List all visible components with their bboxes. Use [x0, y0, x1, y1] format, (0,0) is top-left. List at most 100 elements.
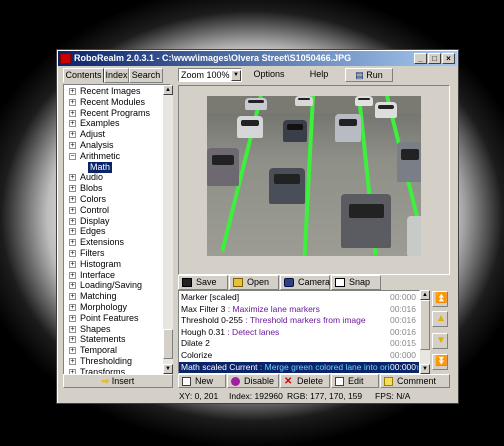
car	[341, 194, 391, 248]
expand-icon[interactable]: +	[69, 98, 76, 106]
expand-icon[interactable]: +	[69, 358, 76, 365]
expand-icon[interactable]: +	[69, 88, 76, 95]
tree-item[interactable]: + Recent Modules	[64, 97, 170, 108]
processed-road-image[interactable]	[207, 96, 421, 256]
chevron-down-icon[interactable]: ▼	[231, 70, 241, 81]
pipeline-row[interactable]: Hough 0.31 : Detect lanes 00:016	[179, 327, 419, 338]
scroll-thumb[interactable]	[163, 329, 173, 359]
tree-item[interactable]: + Blobs	[64, 183, 170, 194]
scroll-thumb[interactable]	[420, 300, 430, 350]
pipeline-row[interactable]: Marker [scaled] 00:000	[179, 292, 419, 303]
tree-item[interactable]: + Statements	[64, 334, 170, 345]
expand-icon[interactable]: +	[69, 282, 76, 290]
tree-scrollbar[interactable]: ▲ ▼	[163, 85, 173, 374]
tree-item[interactable]: + Control	[64, 205, 170, 216]
close-button[interactable]: ×	[442, 53, 455, 64]
tree-item[interactable]: + Point Features	[64, 313, 170, 324]
tree-item[interactable]: + Edges	[64, 226, 170, 237]
tree-item[interactable]: + Audio	[64, 172, 170, 183]
expand-icon[interactable]: +	[69, 185, 76, 193]
expand-icon[interactable]: +	[69, 325, 76, 333]
new-button[interactable]: New	[178, 374, 226, 388]
expand-icon[interactable]: +	[69, 271, 76, 279]
tab-index[interactable]: Index	[104, 68, 129, 83]
pipeline-row[interactable]: Colorize 00:000	[179, 350, 419, 361]
tree-item[interactable]: + Temporal	[64, 345, 170, 356]
minimize-button[interactable]: _	[414, 53, 427, 64]
expand-icon[interactable]: +	[69, 347, 76, 355]
comment-button[interactable]: Comment	[380, 374, 450, 388]
expand-icon[interactable]: +	[69, 239, 76, 247]
camera-button[interactable]: Camera	[280, 275, 330, 290]
move-down-button[interactable]: ▼	[432, 333, 448, 349]
expand-icon[interactable]: +	[69, 250, 76, 257]
expand-icon[interactable]: +	[69, 217, 76, 225]
arrow-right-icon: ⇨	[101, 376, 110, 386]
tree-item[interactable]: + Colors	[64, 194, 170, 205]
pipeline-row[interactable]: Threshold 0-255 : Threshold markers from…	[179, 315, 419, 326]
tree-item[interactable]: + Thresholding	[64, 356, 170, 367]
run-button[interactable]: ▤ Run	[345, 68, 393, 82]
title-bar[interactable]: RoboRealm 2.0.3.1 - C:\www\images\Olvera…	[58, 51, 457, 66]
collapse-icon[interactable]: −	[69, 152, 76, 160]
tree-item[interactable]: + Examples	[64, 118, 170, 129]
tab-search[interactable]: Search	[129, 68, 163, 83]
tree-item[interactable]: + Morphology	[64, 302, 170, 313]
delete-button[interactable]: ✕ Delete	[280, 374, 330, 388]
snap-button[interactable]: Snap	[331, 275, 381, 290]
tree-item[interactable]: + Analysis	[64, 140, 170, 151]
tree-item[interactable]: + Interface	[64, 270, 170, 281]
tree-item[interactable]: + Extensions	[64, 237, 170, 248]
pipeline-scrollbar[interactable]: ▲ ▼	[420, 290, 430, 374]
pipeline-list[interactable]: Marker [scaled] 00:000 Max Filter 3 : Max…	[178, 290, 420, 374]
scroll-down-icon[interactable]: ▼	[163, 364, 173, 374]
tree-item[interactable]: Math	[64, 161, 170, 173]
module-tree: + Recent Images + Recent Modules + Recent Pro…	[63, 84, 171, 375]
scroll-up-icon[interactable]: ▲	[163, 85, 173, 95]
expand-icon[interactable]: +	[69, 206, 76, 214]
tree-item[interactable]: + Adjust	[64, 129, 170, 140]
tab-contents[interactable]: Contents	[63, 68, 104, 83]
tree-item[interactable]: + Matching	[64, 291, 170, 302]
tree-item[interactable]: + Recent Programs	[64, 108, 170, 119]
help-button[interactable]: Help	[297, 68, 341, 82]
expand-icon[interactable]: +	[69, 304, 76, 311]
pipeline-row-text: Max Filter 3 : Maximize lane markers	[181, 304, 320, 315]
disable-button[interactable]: Disable	[227, 374, 279, 388]
expand-icon[interactable]: +	[69, 336, 76, 344]
scroll-down-icon[interactable]: ▼	[420, 364, 430, 374]
tree-item[interactable]: + Display	[64, 216, 170, 227]
expand-icon[interactable]: +	[69, 120, 76, 128]
pipeline-row[interactable]: Math scaled Current : Merge green colore…	[179, 361, 419, 373]
expand-icon[interactable]: +	[69, 260, 76, 268]
expand-icon[interactable]: +	[69, 314, 76, 322]
expand-icon[interactable]: +	[69, 196, 76, 203]
move-up-button[interactable]: ▲	[432, 311, 448, 327]
tree-item[interactable]: + Recent Images	[64, 86, 170, 97]
maximize-button[interactable]: □	[428, 53, 441, 64]
tree-item[interactable]: + Filters	[64, 248, 170, 259]
insert-button[interactable]: ⇨ Insert	[63, 374, 173, 388]
tree-item[interactable]: + Shapes	[64, 324, 170, 335]
tree-item[interactable]: − Arithmetic	[64, 151, 170, 162]
pipeline-row[interactable]: Max Filter 3 : Maximize lane markers 00:0…	[179, 304, 419, 315]
scroll-up-icon[interactable]: ▲	[420, 290, 430, 300]
expand-icon[interactable]: +	[69, 293, 76, 301]
move-bottom-button[interactable]: ⏬	[432, 354, 448, 370]
expand-icon[interactable]: +	[69, 228, 76, 236]
zoom-select[interactable]: Zoom 100% ▼	[178, 68, 242, 82]
move-top-button[interactable]: ⏫	[432, 291, 448, 307]
tree-item[interactable]: + Loading/Saving	[64, 280, 170, 291]
expand-icon[interactable]: +	[69, 142, 76, 149]
expand-icon[interactable]: +	[69, 174, 76, 182]
pipeline-row[interactable]: Dilate 2 00:015	[179, 338, 419, 349]
expand-icon[interactable]: +	[69, 109, 76, 117]
options-button[interactable]: Options	[245, 68, 293, 82]
tree-item[interactable]: + Histogram	[64, 259, 170, 270]
expand-icon[interactable]: +	[69, 131, 76, 139]
save-button[interactable]: Save	[178, 275, 228, 290]
edit-button[interactable]: Edit	[331, 374, 379, 388]
tree-item-label: Matching	[80, 291, 117, 302]
module-comment: : Detect lanes	[227, 326, 280, 337]
open-button[interactable]: Open	[229, 275, 279, 290]
